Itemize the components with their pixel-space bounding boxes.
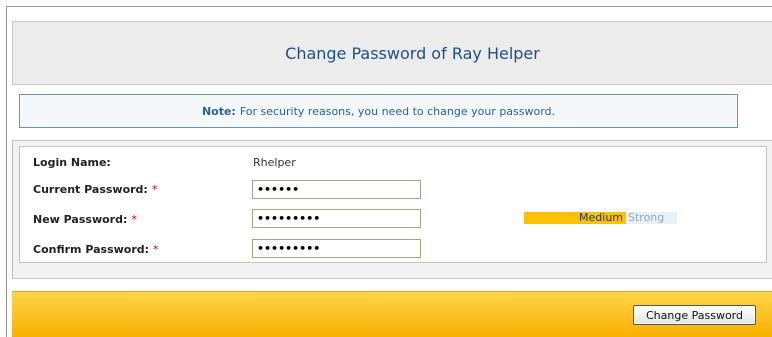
page-title: Change Password of Ray Helper xyxy=(285,43,540,63)
new-password-field[interactable]: ••••••••• xyxy=(252,209,421,228)
current-password-field[interactable]: •••••• xyxy=(252,180,421,199)
current-password-label: Current Password: * xyxy=(33,183,158,196)
login-name-value: Rhelper xyxy=(253,156,296,169)
new-password-label: New Password: * xyxy=(33,213,137,226)
note-text: For security reasons, you need to change… xyxy=(239,104,556,118)
login-name-label: Login Name: xyxy=(33,156,111,169)
strength-strong: Strong xyxy=(626,212,677,224)
password-strength-meter: Medium Strong xyxy=(524,212,677,224)
confirm-password-field[interactable]: ••••••••• xyxy=(252,239,421,258)
strength-medium: Medium xyxy=(524,212,626,224)
title-panel: Change Password of Ray Helper xyxy=(12,21,772,85)
note-label: Note: xyxy=(201,104,236,118)
security-note: Note: For security reasons, you need to … xyxy=(19,94,738,128)
confirm-password-label: Confirm Password: * xyxy=(33,243,159,256)
change-password-button[interactable]: Change Password xyxy=(633,305,756,325)
required-marker: * xyxy=(131,213,137,226)
required-marker: * xyxy=(151,183,158,196)
required-marker: * xyxy=(153,243,159,256)
